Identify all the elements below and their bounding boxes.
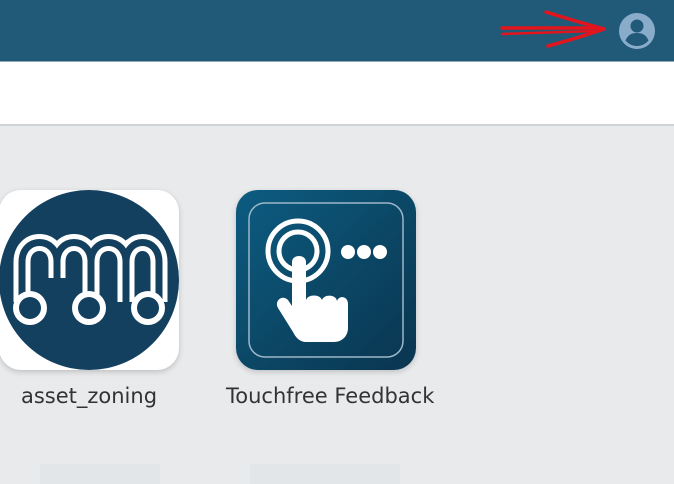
app-icon-container xyxy=(236,190,416,370)
app-label: asset_zoning xyxy=(20,384,158,408)
account-circle-icon[interactable] xyxy=(618,12,656,50)
m-logo-icon xyxy=(0,190,179,370)
touch-tap-icon xyxy=(248,202,404,358)
next-row-tile-edge xyxy=(250,464,400,484)
red-arrow-annotation-icon xyxy=(500,10,606,48)
top-navigation-bar xyxy=(0,0,674,62)
toolbar xyxy=(0,62,674,126)
next-row-tile-edge xyxy=(40,464,160,484)
app-icon-container xyxy=(0,190,179,370)
app-label: Touchfree Feedback xyxy=(226,384,435,408)
app-grid: asset_zoning Touchfree Feedback xyxy=(0,126,674,484)
